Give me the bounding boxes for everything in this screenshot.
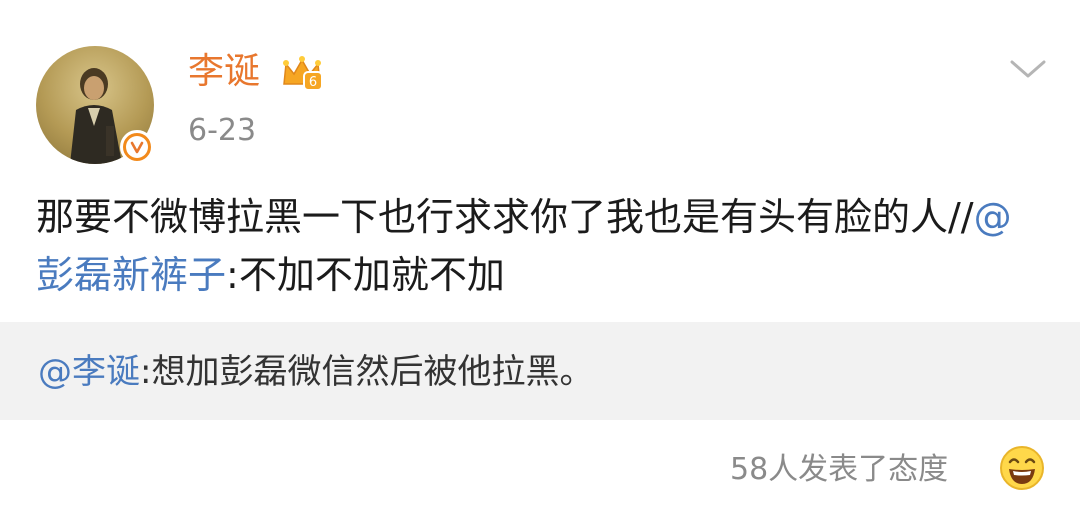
repost-mention-link[interactable]: @李诞 xyxy=(38,352,140,392)
laughing-emoji-icon[interactable] xyxy=(998,444,1046,496)
avatar[interactable] xyxy=(36,46,154,164)
post-date: 6-23 xyxy=(188,113,257,148)
username[interactable]: 李诞 xyxy=(188,50,260,94)
repost-box[interactable]: @李诞:想加彭磊微信然后被他拉黑。 xyxy=(0,322,1080,420)
reactions-count[interactable]: 58人发表了态度 xyxy=(730,448,948,492)
repost-body: @李诞:想加彭磊微信然后被他拉黑。 xyxy=(38,350,593,394)
post-body: 那要不微博拉黑一下也行求求你了我也是有头有脸的人//@彭磊新裤子:不加不加就不加 xyxy=(36,188,1046,304)
repost-text: :想加彭磊微信然后被他拉黑。 xyxy=(140,352,594,392)
member-level: 6 xyxy=(309,75,317,90)
verified-v-icon xyxy=(120,130,154,164)
chevron-down-icon[interactable] xyxy=(1008,58,1048,86)
post-text-before: 那要不微博拉黑一下也行求求你了我也是有头有脸的人// xyxy=(36,195,974,239)
crown-badge-icon[interactable]: 6 xyxy=(280,54,324,96)
post-text-after: :不加不加就不加 xyxy=(226,253,505,297)
